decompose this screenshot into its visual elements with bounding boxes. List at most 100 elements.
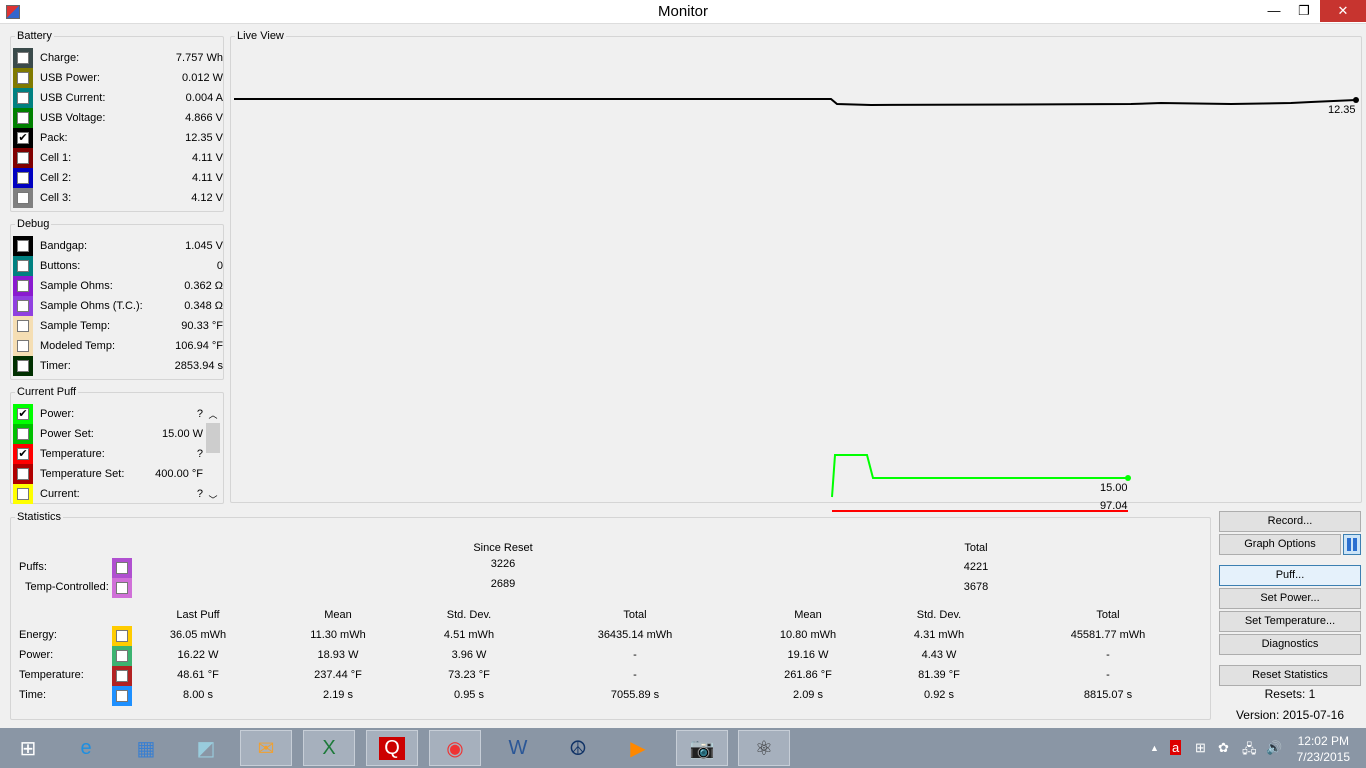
column-header: Total: [623, 609, 647, 621]
current-puff-group: Current Puff ✔ Power: ? Power Set: 15.00…: [10, 386, 224, 506]
taskbar-internet-explorer[interactable]: e: [60, 730, 112, 766]
taskbar-network-app[interactable]: ☮: [552, 730, 604, 766]
series-checkbox[interactable]: [17, 340, 29, 352]
series-checkbox[interactable]: [17, 300, 29, 312]
antivirus-icon[interactable]: a: [1170, 740, 1182, 755]
series-checkbox[interactable]: [17, 320, 29, 332]
taskbar-calculator[interactable]: ▦: [120, 730, 172, 766]
restore-button[interactable]: ❐: [1290, 0, 1318, 22]
clock[interactable]: 12:02 PM 7/23/2015: [1297, 733, 1350, 765]
set-temperature-button[interactable]: Set Temperature...: [1219, 611, 1361, 632]
puffs-checkbox[interactable]: [116, 562, 128, 574]
stat-cell: 10.80 mWh: [779, 629, 837, 641]
series-checkbox[interactable]: ✔: [17, 448, 29, 460]
puff-button[interactable]: Puff...: [1219, 565, 1361, 586]
series-checkbox[interactable]: [17, 52, 29, 64]
item-value: 4.12 V: [191, 192, 223, 204]
stat-row-label: Energy:: [19, 629, 57, 641]
start-button[interactable]: ⊞: [2, 730, 54, 766]
windows-tray-icon[interactable]: ⊞: [1195, 740, 1206, 756]
stat-row-checkbox[interactable]: [116, 630, 128, 642]
series-color-swatch: [13, 68, 33, 88]
taskbar-excel[interactable]: X: [303, 730, 355, 766]
stat-cell: -: [1106, 669, 1110, 681]
stat-row-checkbox[interactable]: [116, 670, 128, 682]
stat-cell: 16.22 W: [177, 649, 219, 661]
stat-row-checkbox[interactable]: [116, 690, 128, 702]
item-label: Sample Temp:: [40, 320, 111, 332]
item-label: USB Voltage:: [40, 112, 106, 124]
list-item: Cell 2: 4.11 V: [13, 168, 223, 188]
series-checkbox[interactable]: [17, 360, 29, 372]
series-checkbox[interactable]: [17, 172, 29, 184]
scroll-thumb[interactable]: [206, 423, 220, 453]
list-item: Sample Ohms: 0.362 Ω: [13, 276, 223, 296]
series-checkbox[interactable]: [17, 192, 29, 204]
list-item: Sample Temp: 90.33 °F: [13, 316, 223, 336]
item-value: ?: [196, 448, 203, 460]
battery-title: Battery: [17, 30, 52, 42]
temp-controlled-label: Temp-Controlled:: [25, 581, 109, 593]
pause-button[interactable]: [1343, 534, 1361, 555]
scrollbar[interactable]: ︿ ﹀: [205, 408, 221, 506]
record-button[interactable]: Record...: [1219, 511, 1361, 532]
taskbar-media-player[interactable]: ▶: [612, 730, 664, 766]
series-checkbox[interactable]: [17, 260, 29, 272]
temp-controlled-total: 3678: [963, 581, 989, 593]
series-color-swatch: [13, 108, 33, 128]
taskbar-monitor-app[interactable]: ⚛: [738, 730, 790, 766]
taskbar-chrome[interactable]: ◉: [429, 730, 481, 766]
series-color-swatch: [13, 296, 33, 316]
scroll-down-icon[interactable]: ﹀: [205, 493, 221, 506]
taskbar-camera-app[interactable]: 📷: [676, 730, 728, 766]
scroll-up-icon[interactable]: ︿: [205, 408, 221, 421]
series-checkbox[interactable]: [17, 72, 29, 84]
minimize-button[interactable]: —: [1260, 0, 1288, 22]
series-color-swatch: [13, 424, 33, 444]
network-icon[interactable]: 🖧: [1242, 740, 1257, 762]
temp-controlled-checkbox[interactable]: [116, 582, 128, 594]
stat-row-label: Time:: [19, 689, 47, 701]
diagnostics-button[interactable]: Diagnostics: [1219, 634, 1361, 655]
tray-expand-icon[interactable]: ▲: [1150, 743, 1159, 753]
series-checkbox[interactable]: [17, 240, 29, 252]
item-label: Temperature:: [40, 448, 105, 460]
taskbar-word[interactable]: W: [492, 730, 544, 766]
series-checkbox[interactable]: [17, 488, 29, 500]
column-header: Total: [1096, 609, 1120, 621]
item-label: Cell 1:: [40, 152, 72, 164]
list-item: Cell 1: 4.11 V: [13, 148, 223, 168]
sync-icon[interactable]: ✿: [1218, 740, 1229, 756]
puffs-since-reset: 3226: [490, 558, 516, 570]
list-item: Buttons: 0: [13, 256, 223, 276]
graph-options-button[interactable]: Graph Options: [1219, 534, 1341, 555]
series-checkbox[interactable]: [17, 428, 29, 440]
series-checkbox[interactable]: [17, 112, 29, 124]
item-label: USB Power:: [40, 72, 100, 84]
camera-icon: 📷: [689, 737, 715, 760]
item-label: Charge:: [40, 52, 80, 64]
set-power-button[interactable]: Set Power...: [1219, 588, 1361, 609]
series-color-swatch: [13, 256, 33, 276]
series-end-pack: [1353, 97, 1359, 103]
series-checkbox[interactable]: [17, 92, 29, 104]
series-checkbox[interactable]: [17, 280, 29, 292]
taskbar-notes[interactable]: ◩: [180, 730, 232, 766]
taskbar-quicktime[interactable]: Q: [366, 730, 418, 766]
reset-statistics-button[interactable]: Reset Statistics: [1219, 665, 1361, 686]
series-checkbox[interactable]: ✔: [17, 132, 29, 144]
series-checkbox[interactable]: ✔: [17, 408, 29, 420]
volume-icon[interactable]: 🔊: [1266, 740, 1282, 756]
close-button[interactable]: ✕: [1320, 0, 1366, 22]
stat-cell: 36.05 mWh: [169, 629, 227, 641]
list-item: Bandgap: 1.045 V: [13, 236, 223, 256]
taskbar-outlook[interactable]: ✉: [240, 730, 292, 766]
list-item: USB Current: 0.004 A: [13, 88, 223, 108]
series-color-swatch: [13, 336, 33, 356]
series-checkbox[interactable]: [17, 152, 29, 164]
item-value: 4.866 V: [185, 112, 223, 124]
stat-row-checkbox[interactable]: [116, 650, 128, 662]
item-label: Cell 2:: [40, 172, 72, 184]
series-checkbox[interactable]: [17, 468, 29, 480]
stat-cell: -: [633, 649, 637, 661]
